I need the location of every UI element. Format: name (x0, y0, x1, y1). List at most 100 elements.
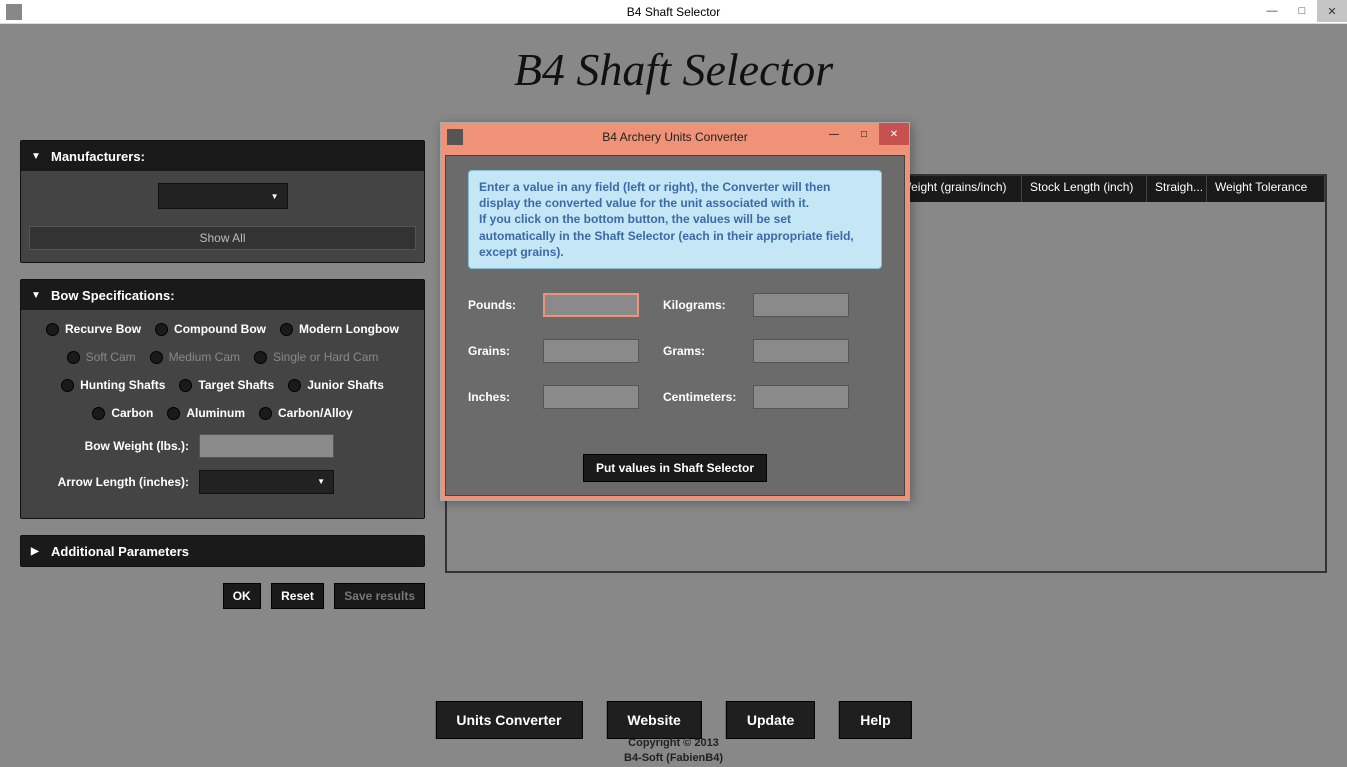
centimeters-input[interactable] (753, 385, 849, 409)
hunting-radio[interactable]: Hunting Shafts (61, 378, 165, 392)
manufacturer-dropdown[interactable]: ▼ (158, 183, 288, 209)
bow-specs-header[interactable]: ▼ Bow Specifications: (21, 280, 424, 310)
inches-label: Inches: (468, 390, 543, 404)
grains-input[interactable] (543, 339, 639, 363)
radio-icon (288, 379, 301, 392)
units-converter-button[interactable]: Units Converter (435, 701, 582, 739)
compound-radio[interactable]: Compound Bow (155, 322, 266, 336)
dialog-minimize-button[interactable]: — (819, 123, 849, 145)
pounds-input[interactable] (543, 293, 639, 317)
info-line1: Enter a value in any field (left or righ… (479, 179, 871, 211)
pounds-kilograms-row: Pounds: Kilograms: (468, 293, 882, 317)
radio-icon (150, 351, 163, 364)
info-line2: If you click on the bottom button, the v… (479, 211, 871, 260)
save-results-button[interactable]: Save results (334, 583, 425, 609)
website-button[interactable]: Website (606, 701, 701, 739)
junior-radio[interactable]: Junior Shafts (288, 378, 384, 392)
dialog-maximize-button[interactable]: □ (849, 123, 879, 145)
radio-icon (167, 407, 180, 420)
minimize-button[interactable]: — (1257, 0, 1287, 22)
app-icon (6, 4, 22, 20)
radio-icon (46, 323, 59, 336)
additional-params-panel: ▶ Additional Parameters (20, 535, 425, 567)
help-button[interactable]: Help (839, 701, 911, 739)
radio-icon (179, 379, 192, 392)
additional-params-header[interactable]: ▶ Additional Parameters (21, 536, 424, 566)
dialog-title: B4 Archery Units Converter (602, 130, 747, 144)
grains-grams-row: Grains: Grams: (468, 339, 882, 363)
shaft-type-row: Hunting Shafts Target Shafts Junior Shaf… (29, 378, 416, 392)
manufacturers-body: ▼ Show All (21, 171, 424, 262)
bow-weight-input[interactable] (199, 434, 334, 458)
radio-icon (61, 379, 74, 392)
window-controls: — □ ✕ (1257, 0, 1347, 22)
carbon-radio[interactable]: Carbon (92, 406, 153, 420)
grams-label: Grams: (663, 344, 753, 358)
bow-specs-title: Bow Specifications: (51, 288, 175, 303)
dialog-body: Enter a value in any field (left or righ… (445, 155, 905, 496)
sidebar-actions: OK Reset Save results (20, 583, 425, 609)
cam-type-row: Soft Cam Medium Cam Single or Hard Cam (29, 350, 416, 364)
bow-specs-body: Recurve Bow Compound Bow Modern Longbow … (21, 310, 424, 518)
aluminum-radio[interactable]: Aluminum (167, 406, 245, 420)
material-row: Carbon Aluminum Carbon/Alloy (29, 406, 416, 420)
soft-cam-radio[interactable]: Soft Cam (67, 350, 136, 364)
maximize-button[interactable]: □ (1287, 0, 1317, 22)
copyright-line1: Copyright © 2013 (624, 736, 723, 750)
inches-input[interactable] (543, 385, 639, 409)
close-button[interactable]: ✕ (1317, 0, 1347, 22)
radio-icon (92, 407, 105, 420)
reset-button[interactable]: Reset (271, 583, 324, 609)
alloy-radio[interactable]: Carbon/Alloy (259, 406, 353, 420)
chevron-down-icon: ▼ (317, 477, 325, 486)
col-tolerance[interactable]: Weight Tolerance (1207, 176, 1325, 202)
radio-icon (259, 407, 272, 420)
units-converter-dialog: B4 Archery Units Converter — □ ✕ Enter a… (440, 122, 910, 501)
dialog-action-row: Put values in Shaft Selector (468, 459, 882, 477)
window-title: B4 Shaft Selector (627, 5, 720, 19)
kilograms-label: Kilograms: (663, 298, 753, 312)
chevron-down-icon: ▼ (271, 192, 279, 201)
radio-icon (67, 351, 80, 364)
update-button[interactable]: Update (726, 701, 815, 739)
bottom-button-row: Units Converter Website Update Help (435, 701, 911, 739)
copyright: Copyright © 2013 B4-Soft (FabienB4) (624, 736, 723, 765)
bow-specs-panel: ▼ Bow Specifications: Recurve Bow Compou… (20, 279, 425, 519)
bow-type-row: Recurve Bow Compound Bow Modern Longbow (29, 322, 416, 336)
medium-cam-radio[interactable]: Medium Cam (150, 350, 240, 364)
ok-button[interactable]: OK (223, 583, 261, 609)
radio-icon (280, 323, 293, 336)
dialog-window-controls: — □ ✕ (819, 123, 909, 145)
put-values-button[interactable]: Put values in Shaft Selector (583, 454, 767, 482)
arrow-length-row: Arrow Length (inches): ▼ (29, 470, 416, 494)
hard-cam-radio[interactable]: Single or Hard Cam (254, 350, 378, 364)
centimeters-label: Centimeters: (663, 390, 753, 404)
arrow-length-label: Arrow Length (inches): (29, 475, 199, 489)
grains-label: Grains: (468, 344, 543, 358)
kilograms-input[interactable] (753, 293, 849, 317)
caret-down-icon: ▼ (31, 151, 43, 162)
dialog-app-icon (447, 129, 463, 145)
col-straightness[interactable]: Straigh... (1147, 176, 1207, 202)
app-logo: B4 Shaft Selector (8, 32, 1339, 101)
recurve-radio[interactable]: Recurve Bow (46, 322, 141, 336)
radio-icon (155, 323, 168, 336)
manufacturers-title: Manufacturers: (51, 149, 145, 164)
left-column: ▼ Manufacturers: ▼ Show All ▼ Bow Specif… (20, 140, 425, 609)
grams-input[interactable] (753, 339, 849, 363)
col-weight[interactable]: Weight (grains/inch) (892, 176, 1022, 202)
show-all-button[interactable]: Show All (29, 226, 416, 250)
manufacturers-panel: ▼ Manufacturers: ▼ Show All (20, 140, 425, 263)
col-stock[interactable]: Stock Length (inch) (1022, 176, 1147, 202)
bow-weight-label: Bow Weight (lbs.): (29, 439, 199, 453)
manufacturers-header[interactable]: ▼ Manufacturers: (21, 141, 424, 171)
additional-params-title: Additional Parameters (51, 544, 189, 559)
inches-cm-row: Inches: Centimeters: (468, 385, 882, 409)
radio-icon (254, 351, 267, 364)
longbow-radio[interactable]: Modern Longbow (280, 322, 399, 336)
dialog-titlebar[interactable]: B4 Archery Units Converter — □ ✕ (441, 123, 909, 151)
dialog-close-button[interactable]: ✕ (879, 123, 909, 145)
target-radio[interactable]: Target Shafts (179, 378, 274, 392)
arrow-length-dropdown[interactable]: ▼ (199, 470, 334, 494)
main-titlebar: B4 Shaft Selector — □ ✕ (0, 0, 1347, 24)
